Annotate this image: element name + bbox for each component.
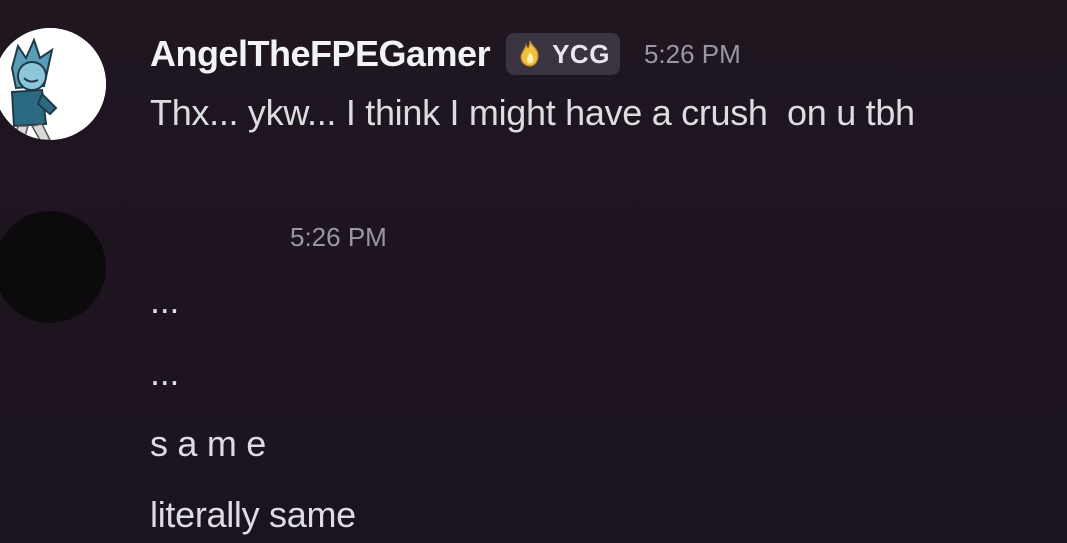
- avatar-character-icon: [0, 28, 106, 140]
- username[interactable]: AngelTheFPEGamer: [150, 33, 491, 75]
- avatar[interactable]: [0, 28, 106, 140]
- message-header: AngelTheFPEGamer YCG 5:26 PM: [150, 30, 741, 78]
- message-text: s a m e: [150, 423, 266, 464]
- message-text: ...: [150, 280, 180, 321]
- server-tag-label: YCG: [552, 38, 610, 69]
- message-text: literally same: [150, 494, 356, 535]
- server-tag-badge[interactable]: YCG: [506, 33, 620, 75]
- message-text: Thx... ykw... I think I might have a cru…: [150, 92, 915, 133]
- avatar[interactable]: [0, 211, 106, 323]
- message-timestamp[interactable]: 5:26 PM: [644, 39, 741, 70]
- chat-area: AngelTheFPEGamer YCG 5:26 PM Thx... ykw.…: [0, 0, 1067, 543]
- message-text: ...: [150, 352, 180, 393]
- flame-icon: [520, 40, 539, 67]
- message-timestamp[interactable]: 5:26 PM: [290, 222, 387, 253]
